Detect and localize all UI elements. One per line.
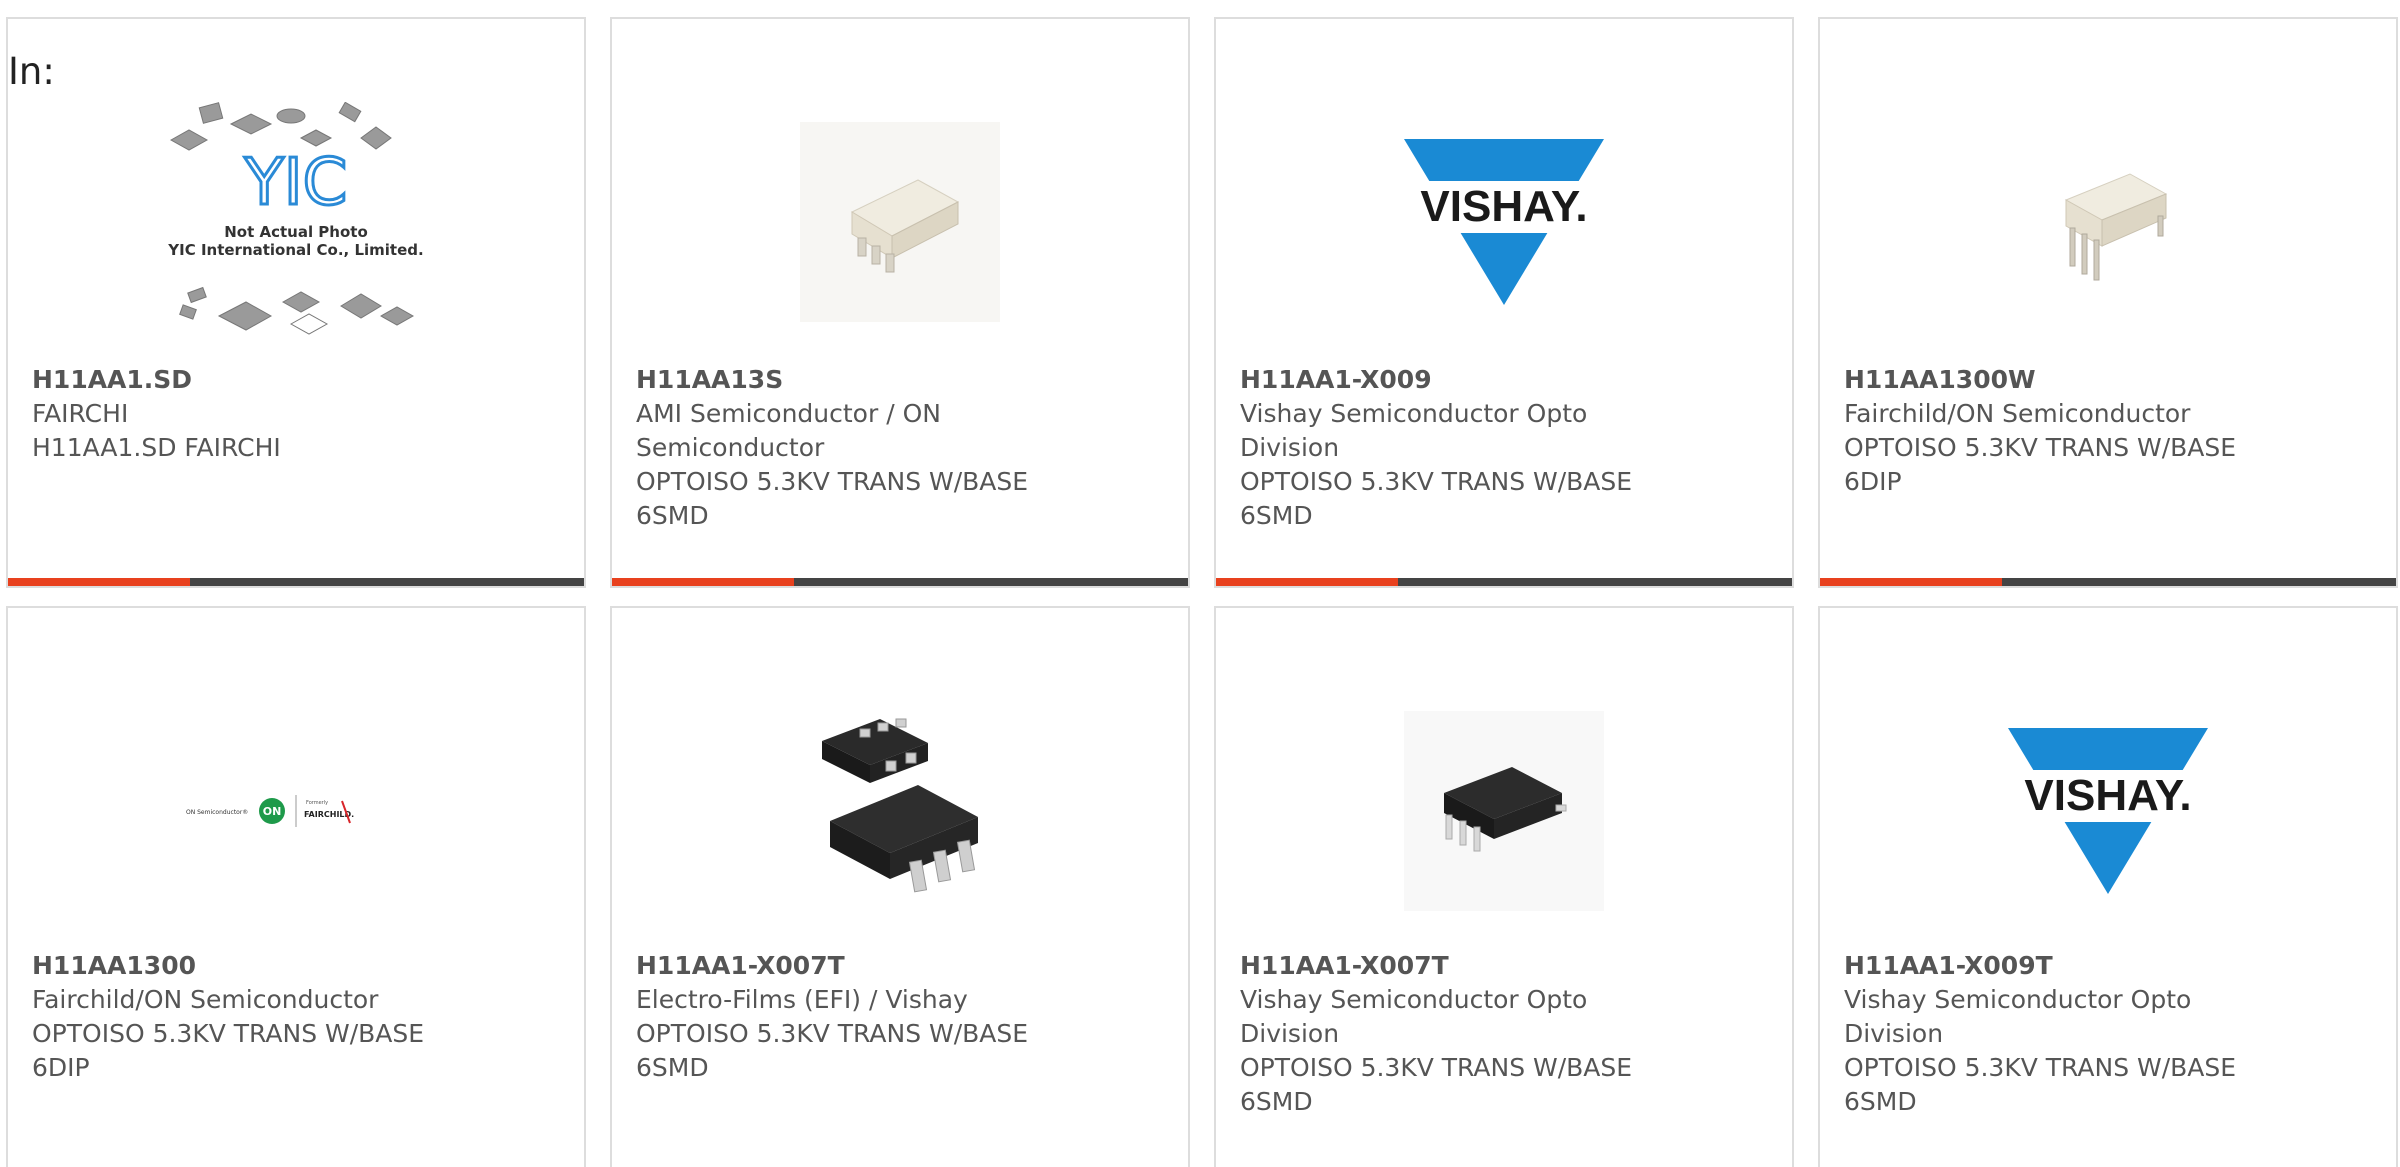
card-underline <box>1216 578 1792 586</box>
product-card[interactable]: YIC Not Actual Photo YIC International C… <box>6 17 586 588</box>
svg-text:YIC International Co., Limited: YIC International Co., Limited. <box>167 241 423 259</box>
product-image: VISHAY. <box>1820 668 2396 953</box>
description: OPTOISO 5.3KV TRANS W/BASE 6SMD <box>1240 1053 1633 1116</box>
optoisolator-package-image <box>800 121 1000 322</box>
manufacturer: AMI Semiconductor / ON Semiconductor <box>636 399 941 462</box>
product-card[interactable]: H11AA13S AMI Semiconductor / ON Semicond… <box>610 17 1190 588</box>
product-grid-page: In: YIC Not Actual Photo YIC Internation… <box>0 0 2400 1167</box>
part-number[interactable]: H11AA1-X009 <box>1240 363 1682 397</box>
description: OPTOISO 5.3KV TRANS W/BASE 6SMD <box>636 1019 1029 1082</box>
manufacturer: Fairchild/ON Semiconductor <box>32 985 379 1014</box>
part-number[interactable]: H11AA1300W <box>1844 363 2286 397</box>
card-underline-accent <box>1820 578 2002 586</box>
product-image <box>1820 79 2396 364</box>
product-grid: YIC Not Actual Photo YIC International C… <box>6 17 2398 1167</box>
description: OPTOISO 5.3KV TRANS W/BASE 6DIP <box>32 1019 425 1082</box>
svg-text:Not Actual Photo: Not Actual Photo <box>224 223 368 241</box>
on-fairchild-logo: ON Semiconductor® ON Formerly FAIRCHILD. <box>186 794 354 827</box>
manufacturer: Electro-Films (EFI) / Vishay <box>636 985 968 1014</box>
product-image: VISHAY. <box>1216 79 1792 364</box>
card-underline-accent <box>612 578 794 586</box>
manufacturer: FAIRCHI <box>32 399 129 428</box>
product-card[interactable]: VISHAY. H11AA1-X009T Vishay Semiconducto… <box>1818 606 2398 1167</box>
description: OPTOISO 5.3KV TRANS W/BASE 6SMD <box>1844 1053 2237 1116</box>
description: H11AA1.SD FAIRCHI <box>32 433 281 462</box>
vishay-logo: VISHAY. <box>2008 727 2208 894</box>
product-info: H11AA13S AMI Semiconductor / ON Semicond… <box>636 363 1078 533</box>
manufacturer: Fairchild/ON Semiconductor <box>1844 399 2191 428</box>
description: OPTOISO 5.3KV TRANS W/BASE 6DIP <box>1844 433 2237 496</box>
product-card[interactable]: H11AA1300W Fairchild/ON Semiconductor OP… <box>1818 17 2398 588</box>
product-image <box>612 668 1188 953</box>
svg-text:VISHAY.: VISHAY. <box>2024 771 2191 820</box>
manufacturer: Vishay Semiconductor Opto Division <box>1844 985 2192 1048</box>
product-info: H11AA1-X007T Vishay Semiconductor Opto D… <box>1240 949 1682 1119</box>
card-underline <box>8 578 584 586</box>
black-optoisolator-image <box>1404 710 1604 911</box>
product-info: H11AA1300W Fairchild/ON Semiconductor OP… <box>1844 363 2286 499</box>
product-card[interactable]: H11AA1-X007T Electro-Films (EFI) / Visha… <box>610 606 1190 1167</box>
optoisolator-dip-image <box>2008 121 2208 322</box>
svg-text:ON Semiconductor®: ON Semiconductor® <box>186 809 248 816</box>
product-image <box>612 79 1188 364</box>
description: OPTOISO 5.3KV TRANS W/BASE 6SMD <box>1240 467 1633 530</box>
manufacturer: Vishay Semiconductor Opto Division <box>1240 399 1588 462</box>
smd-packages-image <box>822 718 978 892</box>
part-number[interactable]: H11AA1-X007T <box>636 949 1078 983</box>
card-underline <box>1820 578 2396 586</box>
svg-text:VISHAY.: VISHAY. <box>1420 182 1587 231</box>
svg-text:YIC: YIC <box>244 146 348 220</box>
product-card[interactable]: VISHAY. H11AA1-X009 Vishay Semiconductor… <box>1214 17 1794 588</box>
product-info: H11AA1-X009T Vishay Semiconductor Opto D… <box>1844 949 2286 1119</box>
product-info: H11AA1.SD FAIRCHI H11AA1.SD FAIRCHI <box>32 363 474 465</box>
part-number[interactable]: H11AA1300 <box>32 949 474 983</box>
product-image: YIC Not Actual Photo YIC International C… <box>8 79 584 364</box>
vishay-logo: VISHAY. <box>1404 138 1604 305</box>
svg-text:Formerly: Formerly <box>306 800 328 806</box>
card-underline-accent <box>8 578 190 586</box>
description: OPTOISO 5.3KV TRANS W/BASE 6SMD <box>636 467 1029 530</box>
product-card[interactable]: ON Semiconductor® ON Formerly FAIRCHILD.… <box>6 606 586 1167</box>
part-number[interactable]: H11AA1-X009T <box>1844 949 2286 983</box>
part-number[interactable]: H11AA13S <box>636 363 1078 397</box>
card-underline <box>612 578 1188 586</box>
manufacturer: Vishay Semiconductor Opto Division <box>1240 985 1588 1048</box>
product-info: H11AA1-X007T Electro-Films (EFI) / Visha… <box>636 949 1078 1085</box>
product-card[interactable]: H11AA1-X007T Vishay Semiconductor Opto D… <box>1214 606 1794 1167</box>
svg-text:ON: ON <box>263 805 282 818</box>
part-number[interactable]: H11AA1.SD <box>32 363 474 397</box>
product-info: H11AA1300 Fairchild/ON Semiconductor OPT… <box>32 949 474 1085</box>
product-image: ON Semiconductor® ON Formerly FAIRCHILD. <box>8 668 584 953</box>
not-actual-photo-image: YIC Not Actual Photo YIC International C… <box>167 101 424 335</box>
part-number[interactable]: H11AA1-X007T <box>1240 949 1682 983</box>
card-underline-accent <box>1216 578 1398 586</box>
product-image <box>1216 668 1792 953</box>
product-info: H11AA1-X009 Vishay Semiconductor Opto Di… <box>1240 363 1682 533</box>
in-label: In: <box>8 50 55 93</box>
